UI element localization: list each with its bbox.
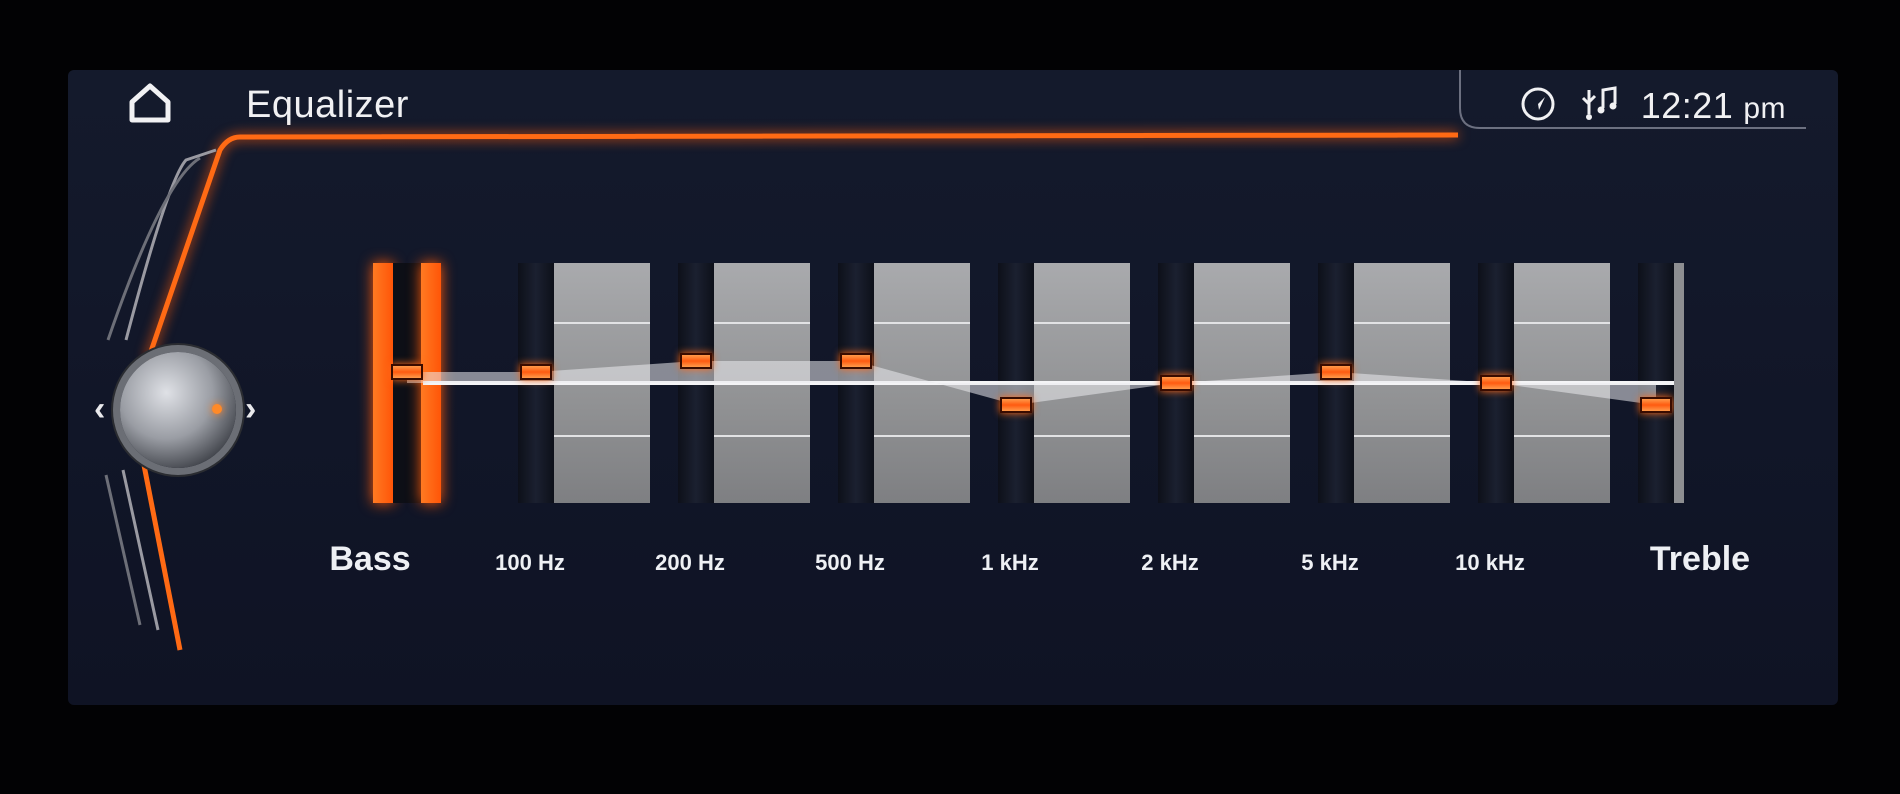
eq-band-panel bbox=[1034, 263, 1130, 503]
bass-slider[interactable] bbox=[373, 263, 443, 503]
chevron-left-icon[interactable]: ‹ bbox=[94, 390, 105, 429]
eq-band bbox=[1318, 263, 1450, 503]
eq-gridline bbox=[1354, 322, 1450, 324]
eq-band bbox=[1638, 263, 1770, 503]
eq-gridline bbox=[554, 435, 650, 437]
eq-band-panel bbox=[1194, 263, 1290, 503]
eq-band bbox=[678, 263, 810, 503]
eq-band-track[interactable] bbox=[1318, 263, 1354, 503]
eq-band-track[interactable] bbox=[838, 263, 874, 503]
eq-slider-thumb[interactable] bbox=[680, 353, 712, 369]
equalizer bbox=[373, 263, 1813, 503]
eq-gridline bbox=[1514, 435, 1610, 437]
infotainment-screen: Equalizer 12:21 pm ‹ › Bass 100 Hz 200 H… bbox=[68, 70, 1838, 705]
eq-gridline bbox=[1034, 435, 1130, 437]
eq-slider-thumb[interactable] bbox=[1480, 375, 1512, 391]
treble-edge bbox=[1674, 263, 1684, 503]
eq-gridline bbox=[714, 435, 810, 437]
bass-label: Bass bbox=[329, 540, 411, 578]
eq-gridline bbox=[874, 322, 970, 324]
bass-level-bar bbox=[421, 263, 441, 503]
eq-band-label: 5 kHz bbox=[1301, 550, 1359, 575]
eq-band-label: 200 Hz bbox=[655, 550, 725, 575]
eq-band-panel bbox=[1514, 263, 1610, 503]
bass-level-bar bbox=[373, 263, 393, 503]
eq-band-panel bbox=[1354, 263, 1450, 503]
eq-gridline bbox=[1034, 322, 1130, 324]
eq-slider-thumb[interactable] bbox=[1000, 397, 1032, 413]
eq-band-label: 1 kHz bbox=[981, 550, 1039, 575]
eq-slider-thumb[interactable] bbox=[1320, 364, 1352, 380]
eq-gridline bbox=[1194, 435, 1290, 437]
eq-band-label: 10 kHz bbox=[1455, 550, 1525, 575]
eq-gridline bbox=[874, 435, 970, 437]
eq-band bbox=[998, 263, 1130, 503]
eq-gridline bbox=[1194, 322, 1290, 324]
eq-band-label: 2 kHz bbox=[1141, 550, 1199, 575]
display-bezel: Equalizer 12:21 pm ‹ › Bass 100 Hz 200 H… bbox=[0, 0, 1900, 794]
bass-track bbox=[393, 263, 421, 503]
eq-band-track[interactable] bbox=[678, 263, 714, 503]
eq-band-track[interactable] bbox=[998, 263, 1034, 503]
eq-band-panel bbox=[874, 263, 970, 503]
chevron-right-icon[interactable]: › bbox=[245, 390, 256, 429]
eq-gridline bbox=[1514, 322, 1610, 324]
eq-slider-thumb[interactable] bbox=[1640, 397, 1672, 413]
eq-band-label: 100 Hz bbox=[495, 550, 565, 575]
knob-indicator bbox=[212, 404, 222, 414]
eq-band-label: 500 Hz bbox=[815, 550, 885, 575]
eq-band-track[interactable] bbox=[1638, 263, 1674, 503]
eq-band bbox=[838, 263, 970, 503]
eq-band-track[interactable] bbox=[518, 263, 554, 503]
eq-slider-thumb[interactable] bbox=[1160, 375, 1192, 391]
eq-gridline bbox=[554, 322, 650, 324]
eq-gridline bbox=[1354, 435, 1450, 437]
eq-band bbox=[518, 263, 650, 503]
treble-label: Treble bbox=[1649, 540, 1751, 578]
eq-band-panel bbox=[554, 263, 650, 503]
controller-knob[interactable] bbox=[120, 352, 236, 468]
eq-gridline bbox=[714, 322, 810, 324]
eq-band-panel bbox=[714, 263, 810, 503]
eq-slider-thumb[interactable] bbox=[840, 353, 872, 369]
bass-slider-thumb[interactable] bbox=[391, 364, 423, 380]
eq-slider-thumb[interactable] bbox=[520, 364, 552, 380]
